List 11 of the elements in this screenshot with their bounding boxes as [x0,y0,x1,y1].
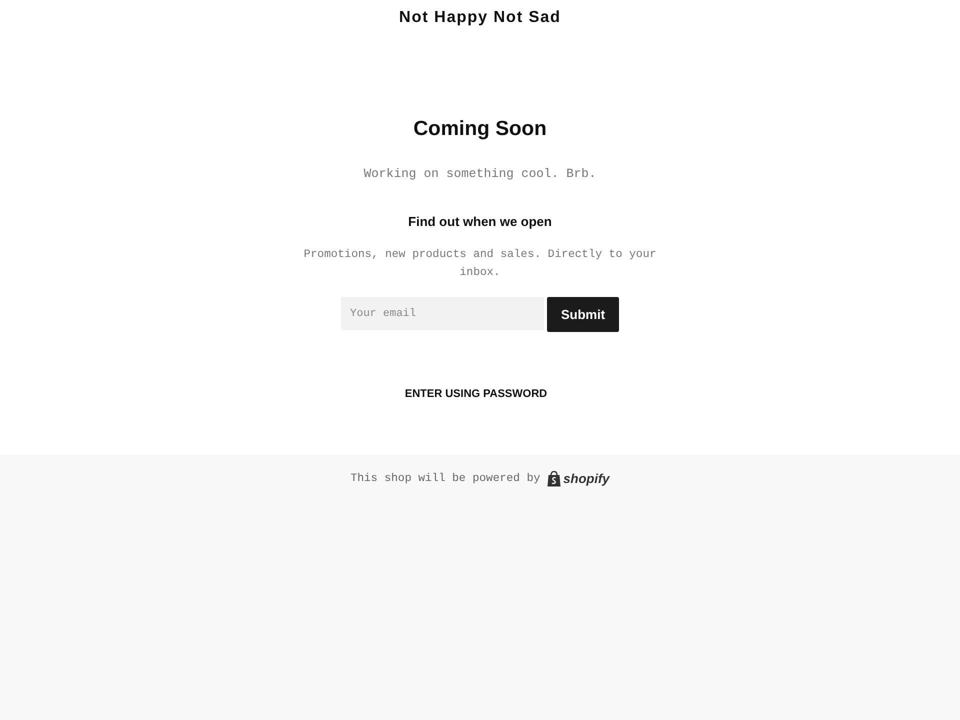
platform-logo-link[interactable]: shopify [547,471,610,487]
coming-soon-heading: Coming Soon [413,116,547,142]
password-link[interactable]: ENTER USING PASSWORD [404,386,548,402]
store-title: Not Happy Not Sad [399,8,561,28]
powered-by-text: This shop will be powered by [350,472,540,487]
email-field[interactable]: Your email [341,297,544,330]
signup-heading: Find out when we open [408,213,552,231]
status-message: Working on something cool. Brb. [364,166,596,183]
submit-button[interactable]: Submit [547,297,619,332]
signup-description: Promotions, new products and sales. Directly to your inbox. [302,248,658,281]
shopping-bag-icon [547,471,562,487]
